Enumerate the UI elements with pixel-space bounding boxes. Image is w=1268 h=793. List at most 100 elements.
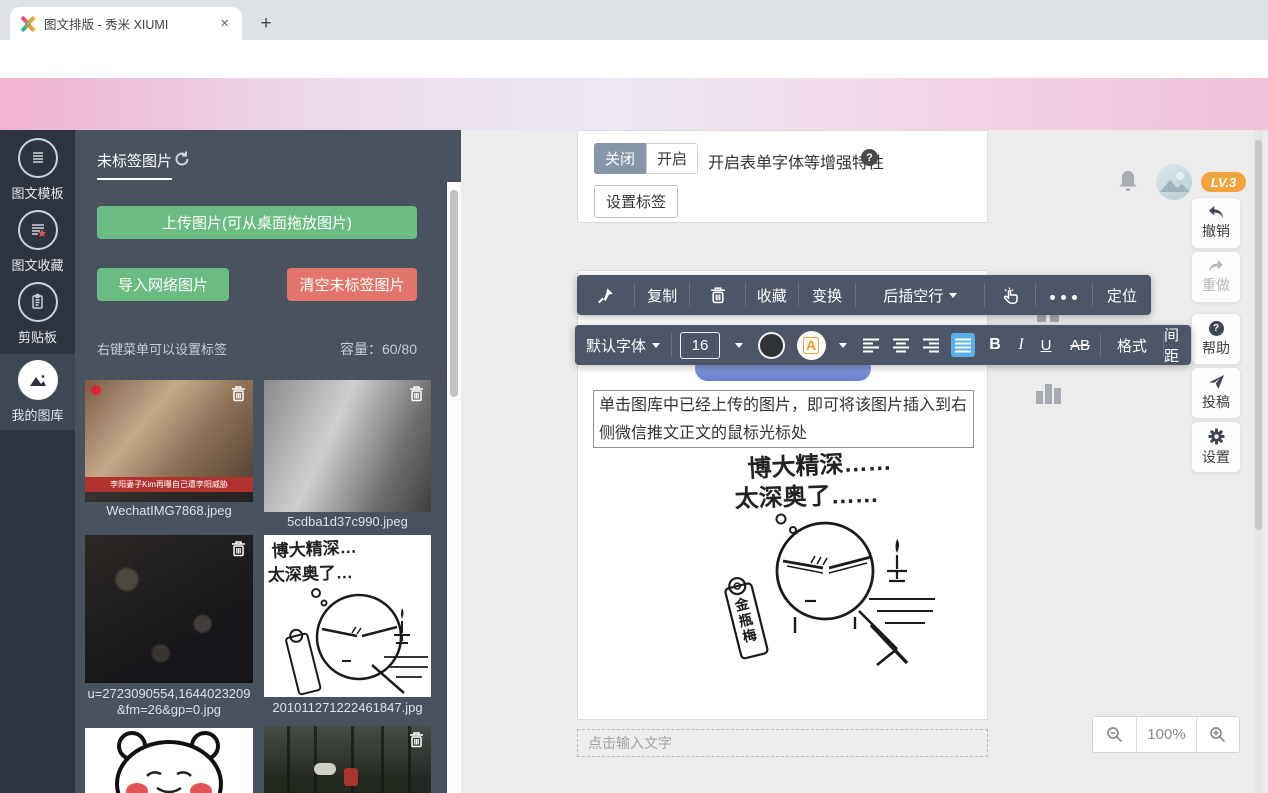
help-button[interactable]: ? 帮助 [1191, 313, 1241, 365]
page-scrollbar-track[interactable] [1254, 130, 1263, 793]
interaction-button[interactable] [985, 275, 1034, 315]
paragraph-text[interactable]: 单击图库中已经上传的图片，即可将该图片插入到右侧微信推文正文的鼠标光标处 [593, 390, 974, 448]
align-justify-button[interactable] [946, 325, 980, 365]
untagged-images-tab[interactable]: 未标签图片 [97, 150, 172, 180]
toggle-on-button[interactable]: 开启 [646, 143, 698, 174]
zoom-in-icon [1209, 726, 1226, 743]
highlight-color-button[interactable]: A [792, 325, 830, 365]
favorite-button[interactable]: 收藏 [746, 275, 798, 315]
notification-bell-icon[interactable] [1117, 169, 1139, 193]
align-left-icon [862, 338, 880, 353]
image-thumbnail[interactable] [85, 728, 253, 793]
image-thumbnail[interactable] [264, 380, 431, 512]
toggle-off-button[interactable]: 关闭 [594, 143, 646, 174]
image-filename: 201011271222461847.jpg [264, 700, 431, 716]
browser-addressbar: ← → ⌂ i xiumi.us/studio/v5#/paper/for/ne… [0, 40, 1268, 78]
submit-button[interactable]: 投稿 [1191, 367, 1241, 419]
tv-logo-dot [91, 385, 101, 395]
align-right-icon [922, 338, 940, 353]
settings-button[interactable]: 设置 [1191, 421, 1241, 473]
block-toolbar: 复制 收藏 变换 后插空行 定位 [577, 275, 1151, 315]
text-input-placeholder[interactable]: 点击输入文字 [577, 729, 988, 757]
zoom-out-button[interactable] [1093, 717, 1136, 752]
spacing-menu-button[interactable]: 间距 [1164, 325, 1191, 365]
delete-image-icon[interactable] [409, 385, 424, 407]
tab-close-icon[interactable]: × [217, 15, 232, 32]
delete-image-icon[interactable] [409, 731, 424, 753]
page-scrollbar-thumb[interactable] [1255, 140, 1262, 530]
delete-image-icon[interactable] [231, 540, 246, 562]
font-size-select[interactable]: 16 [672, 325, 728, 365]
transform-button[interactable]: 变换 [799, 275, 855, 315]
pin-icon [597, 287, 614, 304]
redo-button[interactable]: 重做 [1191, 251, 1241, 303]
thumbnail-meme-bear [85, 728, 253, 793]
tab-title: 图文排版 - 秀米 XIUMI [44, 14, 217, 33]
delete-image-icon[interactable] [231, 385, 246, 407]
image-thumbnail[interactable] [264, 726, 431, 793]
highlight-caret[interactable] [830, 325, 856, 365]
panel-scrollbar-thumb[interactable] [450, 190, 458, 397]
import-web-image-button[interactable]: 导入网络图片 [97, 268, 229, 301]
image-filename: 5cdba1d37c990.jpeg [264, 514, 431, 530]
more-options-button[interactable] [1036, 275, 1092, 315]
zoom-level-label: 100% [1136, 717, 1195, 752]
template-icon [18, 138, 58, 178]
font-family-select[interactable]: 默认字体 [575, 325, 671, 365]
toggle-label: 开启表单字体等增强特性 [708, 149, 884, 173]
redo-icon [1207, 259, 1225, 273]
copy-button[interactable]: 复制 [635, 275, 689, 315]
image-library-panel: 未标签图片 上传图片(可从桌面拖放图片) 导入网络图片 清空未标签图片 右键菜单… [75, 130, 461, 793]
thumbnail-forest [264, 726, 431, 793]
align-justify-icon [954, 338, 972, 353]
enhanced-features-card: 关闭 开启 开启表单字体等增强特性 ? 设置标签 [577, 130, 988, 223]
image-thumbnail[interactable]: 博大精深… 太深奥了… [264, 535, 431, 697]
upload-image-button[interactable]: 上传图片(可从桌面拖放图片) [97, 206, 417, 239]
thumbnail-photo-bw [264, 380, 431, 512]
cartoon-image[interactable]: 博大精深…… 太深奥了…… 金 瓶 梅 [673, 453, 943, 671]
set-tag-button[interactable]: 设置标签 [594, 185, 678, 218]
gear-icon [1208, 428, 1225, 445]
svg-text:太深奥了……: 太深奥了…… [734, 480, 879, 513]
help-icon: ? [1209, 321, 1224, 336]
clear-untagged-button[interactable]: 清空未标签图片 [287, 268, 417, 301]
sidebar-item-favorites[interactable]: 图文收藏 [0, 210, 75, 280]
user-avatar[interactable] [1156, 164, 1192, 200]
new-tab-button[interactable]: + [252, 10, 280, 38]
font-size-caret[interactable] [728, 325, 750, 365]
align-right-button[interactable] [916, 325, 946, 365]
align-left-button[interactable] [856, 325, 886, 365]
image-thumbnail[interactable] [85, 535, 253, 683]
svg-text:博大精深…: 博大精深… [271, 537, 357, 561]
help-question-icon[interactable]: ? [861, 149, 878, 166]
underline-button[interactable]: U [1032, 325, 1060, 365]
sidebar-item-clipboard[interactable]: 剪贴板 [0, 282, 75, 352]
svg-text:太深奥了…: 太深奥了… [267, 562, 353, 585]
image-thumbnail[interactable]: 李阳妻子Kim再曝自己遭李阳威胁 [85, 380, 253, 502]
pin-button[interactable] [577, 275, 634, 315]
clipboard-icon [18, 282, 58, 322]
sidebar-item-templates[interactable]: 图文模板 [0, 138, 75, 208]
insert-blank-line-button[interactable]: 后插空行 [856, 275, 984, 315]
refresh-icon[interactable] [173, 150, 191, 173]
bold-button[interactable]: B [980, 325, 1010, 365]
format-toolbar: 默认字体 16 A B I U AB 格式 间距 [575, 325, 1191, 365]
svg-text:博大精深……: 博大精深…… [747, 453, 892, 483]
chevron-down-icon [652, 343, 660, 348]
align-center-button[interactable] [886, 325, 916, 365]
undo-button[interactable]: 撤销 [1191, 197, 1241, 249]
italic-button[interactable]: I [1010, 325, 1032, 365]
sidebar-item-my-gallery[interactable]: 我的图库 [0, 354, 75, 430]
app-header: 秀米 XIUMI / 我的秀米 / 图文排版 LV.3 [0, 78, 1268, 130]
format-menu-button[interactable]: 格式 [1101, 325, 1163, 365]
locate-button[interactable]: 定位 [1093, 275, 1151, 315]
strikethrough-button[interactable]: AB [1060, 325, 1100, 365]
delete-button[interactable] [690, 275, 744, 315]
zoom-control: 100% [1092, 716, 1240, 753]
zoom-in-button[interactable] [1196, 717, 1239, 752]
favorites-icon [18, 210, 58, 250]
text-color-button[interactable] [750, 325, 792, 365]
browser-tab[interactable]: 图文排版 - 秀米 XIUMI × [10, 7, 242, 40]
chevron-down-icon [949, 293, 957, 298]
undo-icon [1207, 205, 1225, 219]
